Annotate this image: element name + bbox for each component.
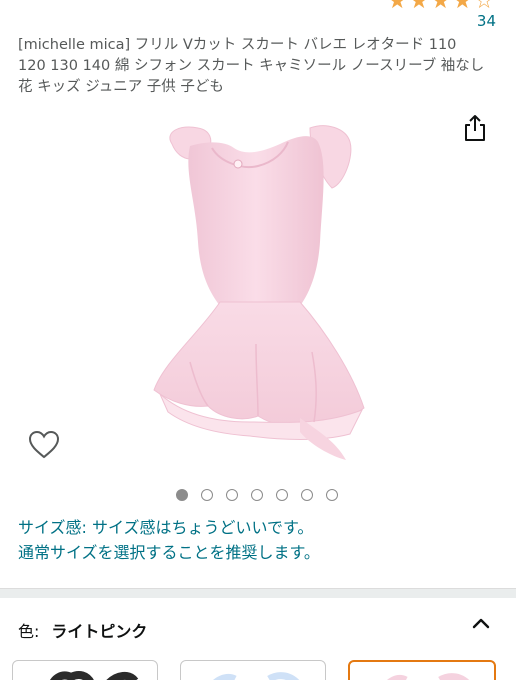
color-swatch-selected[interactable]: [348, 660, 496, 680]
product-image[interactable]: [150, 122, 372, 468]
wishlist-heart-icon[interactable]: [28, 430, 60, 460]
pagination-dot[interactable]: [301, 489, 313, 501]
chevron-up-icon[interactable]: [470, 614, 492, 634]
color-label: 色:: [18, 622, 40, 641]
pagination-dot[interactable]: [251, 489, 263, 501]
share-icon[interactable]: [462, 114, 488, 142]
size-fit-line-2: 通常サイズを選択することを推奨します。: [18, 543, 320, 562]
pagination-dot[interactable]: [201, 489, 213, 501]
star-icon: ★: [387, 0, 408, 14]
color-swatch[interactable]: [180, 660, 326, 680]
color-selector[interactable]: 色: ライトピンク: [18, 618, 147, 642]
rating-count[interactable]: 34: [477, 12, 496, 30]
star-icon: ★: [452, 0, 473, 14]
color-value: ライトピンク: [51, 622, 148, 641]
pagination-dot[interactable]: [276, 489, 288, 501]
color-swatch-row: [0, 660, 516, 680]
star-icon: ★: [409, 0, 429, 14]
pagination-dot[interactable]: [226, 489, 238, 501]
cut-off-text: — — —: [18, 0, 72, 6]
pagination-dot[interactable]: [326, 489, 338, 501]
size-fit-note[interactable]: サイズ感: サイズ感はちょうどいいです。 通常サイズを選択することを推奨します。: [18, 515, 320, 565]
size-fit-line-1: サイズ感: サイズ感はちょうどいいです。: [18, 518, 314, 537]
pagination-dot[interactable]: [176, 489, 188, 501]
top-strip: — — — ★ ★ ★ ★ ☆ 34: [0, 0, 516, 34]
product-title: [michelle mica] フリル Vカット スカート バレエ レオタード …: [18, 37, 485, 95]
color-swatch[interactable]: [12, 660, 158, 680]
image-pagination[interactable]: [176, 489, 338, 501]
star-icon: ★: [430, 0, 451, 14]
section-divider: [0, 588, 516, 598]
